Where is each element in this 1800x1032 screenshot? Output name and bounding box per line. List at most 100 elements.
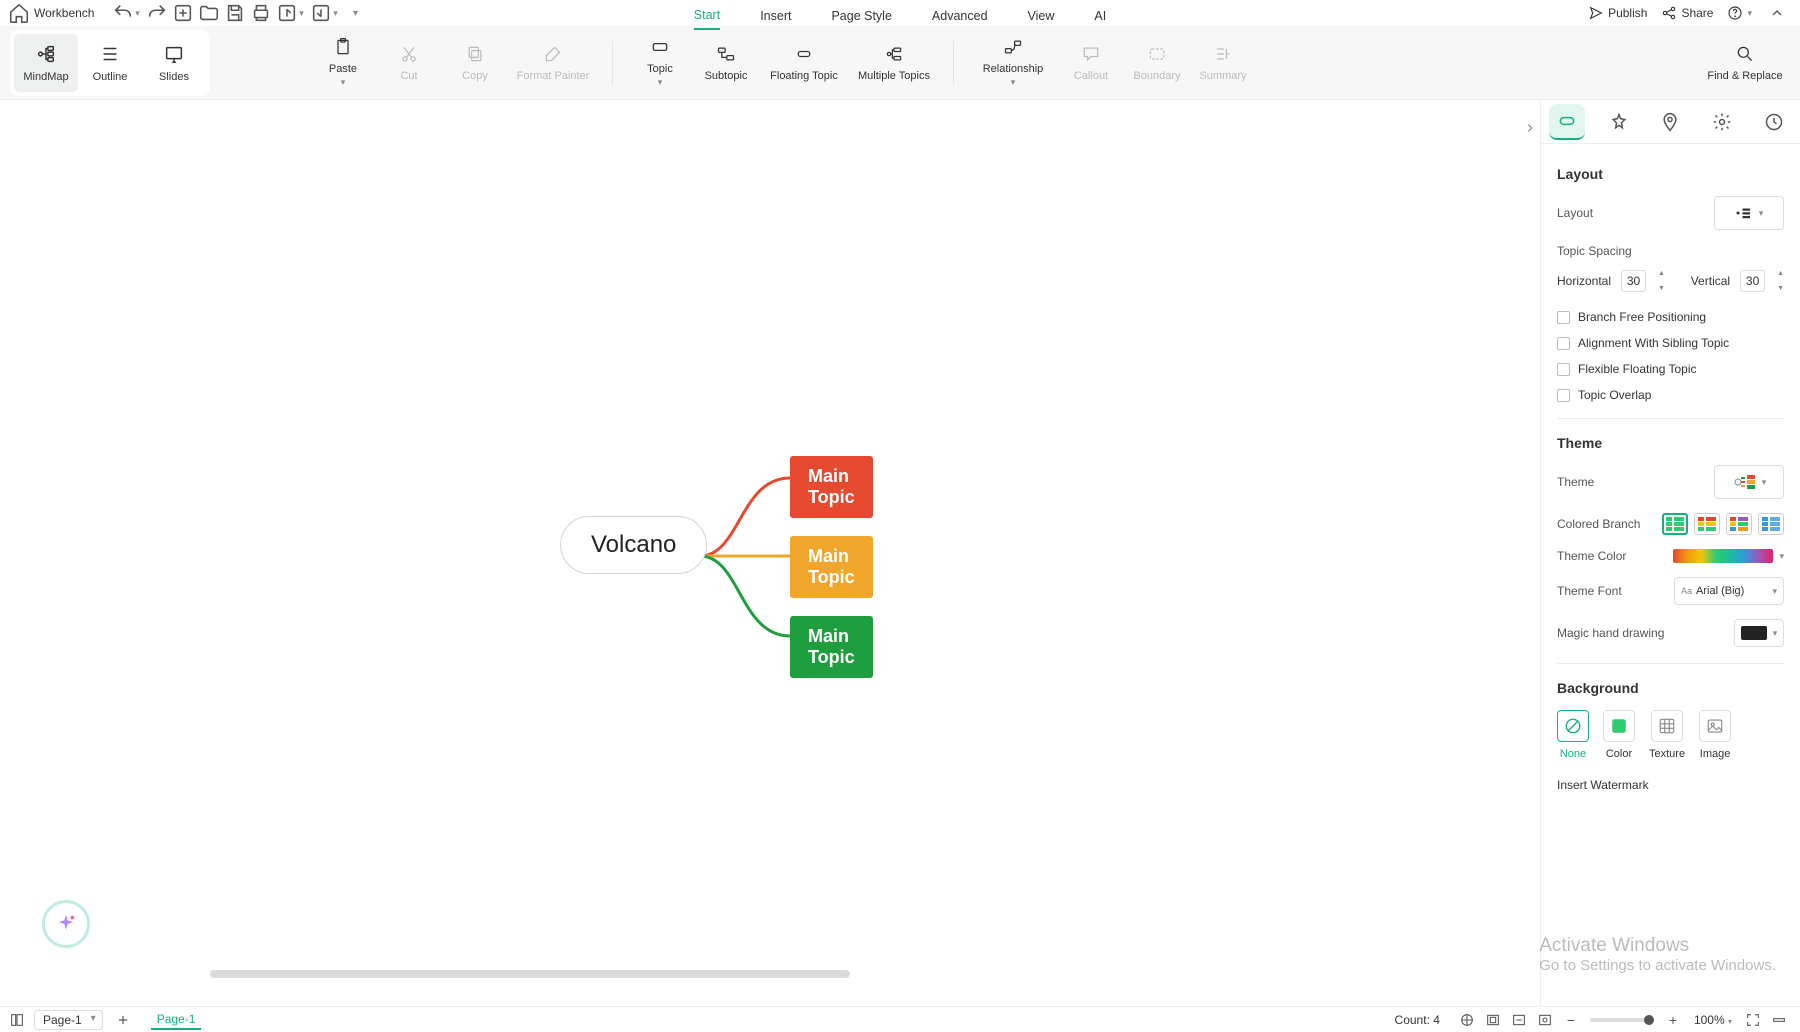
panel-tab-layout[interactable] (1549, 104, 1585, 140)
page-tab-1[interactable]: Page-1 (151, 1010, 202, 1030)
main-topic-3[interactable]: Main Topic (790, 616, 873, 678)
branch-color-opt-1[interactable] (1662, 513, 1688, 535)
page-dropdown[interactable]: Page-1 (34, 1010, 103, 1030)
search-icon (1735, 44, 1755, 64)
open-icon[interactable] (198, 2, 220, 24)
branch-color-opt-4[interactable] (1758, 513, 1784, 535)
zoom-in-button[interactable]: + (1663, 1010, 1683, 1030)
tab-advanced[interactable]: Advanced (932, 9, 988, 29)
ribbon: MindMap Outline Slides Paste ▾ Cut Copy … (0, 26, 1800, 100)
bg-color[interactable]: Color (1603, 710, 1635, 760)
save-icon[interactable] (224, 2, 246, 24)
zoom-percentage[interactable]: 100% ▾ (1694, 1013, 1732, 1027)
collapse-panel-icon[interactable] (1520, 118, 1540, 138)
paste-button[interactable]: Paste ▾ (310, 34, 376, 92)
panel-tab-history-icon[interactable] (1756, 104, 1792, 140)
branch-free-checkbox-row[interactable]: Branch Free Positioning (1557, 310, 1784, 324)
format-painter-button[interactable]: Format Painter (508, 34, 598, 92)
theme-font-dropdown[interactable]: Aa Arial (Big) ▾ (1674, 577, 1784, 605)
callout-button[interactable]: Callout (1058, 34, 1124, 92)
collapse-ribbon-icon[interactable] (1766, 2, 1788, 24)
multiple-topics-button[interactable]: Multiple Topics (849, 34, 939, 92)
paste-icon (333, 37, 353, 57)
bg-none-label: None (1560, 748, 1586, 760)
align-sibling-checkbox-row[interactable]: Alignment With Sibling Topic (1557, 336, 1784, 350)
layout-dropdown[interactable]: ▾ (1714, 196, 1784, 230)
topic-overlap-checkbox-row[interactable]: Topic Overlap (1557, 388, 1784, 402)
zoom-slider-knob[interactable] (1644, 1015, 1654, 1025)
horizontal-scrollbar[interactable] (0, 970, 1540, 980)
redo-icon[interactable] (146, 2, 168, 24)
tab-insert[interactable]: Insert (760, 9, 791, 29)
main-topic-1[interactable]: Main Topic (790, 456, 873, 518)
import-caret-icon[interactable]: ▾ (330, 2, 340, 24)
floating-topic-button[interactable]: Floating Topic (759, 34, 849, 92)
page-list-icon[interactable] (8, 1011, 26, 1029)
insert-watermark-link[interactable]: Insert Watermark (1557, 778, 1784, 792)
layout-label: Layout (1557, 206, 1593, 220)
colored-branch-options (1662, 513, 1784, 535)
fullscreen-icon[interactable] (1743, 1010, 1763, 1030)
fit-page-icon[interactable] (1483, 1010, 1503, 1030)
view-slides[interactable]: Slides (142, 34, 206, 92)
new-icon[interactable] (172, 2, 194, 24)
bg-texture[interactable]: Texture (1649, 710, 1685, 760)
fit-screen-icon[interactable] (1457, 1010, 1477, 1030)
print-icon[interactable] (250, 2, 272, 24)
main-topic-2[interactable]: Main Topic (790, 536, 873, 598)
share-button[interactable]: Share (1661, 5, 1713, 21)
help-button[interactable]: ▾ (1727, 5, 1752, 21)
view-outline[interactable]: Outline (78, 34, 142, 92)
branch-color-opt-3[interactable] (1726, 513, 1752, 535)
more-caret-icon[interactable]: ▾ (344, 2, 366, 24)
vertical-value: 30 (1746, 274, 1759, 288)
topic-button[interactable]: Topic ▾ (627, 34, 693, 92)
flexible-floating-checkbox-row[interactable]: Flexible Floating Topic (1557, 362, 1784, 376)
export-caret-icon[interactable]: ▾ (296, 2, 306, 24)
central-topic[interactable]: Volcano (560, 516, 707, 574)
home-icon[interactable] (8, 2, 30, 24)
zoom-out-button[interactable]: − (1561, 1010, 1581, 1030)
tab-start[interactable]: Start (694, 8, 720, 30)
undo-icon[interactable] (112, 2, 134, 24)
tab-page-style[interactable]: Page Style (831, 9, 891, 29)
export-icon[interactable] (276, 2, 298, 24)
zoom-slider[interactable] (1590, 1018, 1654, 1022)
undo-caret-icon[interactable]: ▾ (132, 2, 142, 24)
bg-none[interactable]: None (1557, 710, 1589, 760)
fit-selection-icon[interactable] (1535, 1010, 1555, 1030)
tab-ai[interactable]: AI (1094, 9, 1106, 29)
panel-tab-map-icon[interactable] (1652, 104, 1688, 140)
fit-width-icon[interactable] (1509, 1010, 1529, 1030)
boundary-button[interactable]: Boundary (1124, 34, 1190, 92)
copy-label: Copy (462, 70, 488, 82)
view-mindmap[interactable]: MindMap (14, 34, 78, 92)
minimize-panel-icon[interactable] (1769, 1010, 1789, 1030)
find-replace-button[interactable]: Find & Replace (1700, 34, 1790, 92)
theme-dropdown[interactable]: ▾ (1714, 465, 1784, 499)
vertical-spinner[interactable]: ▲▼ (1777, 270, 1784, 292)
subtopic-button[interactable]: Subtopic (693, 34, 759, 92)
tab-view[interactable]: View (1028, 9, 1055, 29)
copy-button[interactable]: Copy (442, 34, 508, 92)
add-page-button[interactable] (113, 1010, 133, 1030)
horizontal-spinner[interactable]: ▲▼ (1658, 270, 1665, 292)
magic-hand-dropdown[interactable]: ▾ (1734, 619, 1784, 647)
relationship-button[interactable]: Relationship ▾ (968, 34, 1058, 92)
bg-image[interactable]: Image (1699, 710, 1731, 760)
scrollbar-thumb[interactable] (210, 970, 850, 978)
ai-assistant-fab[interactable] (42, 900, 90, 948)
panel-tab-style[interactable] (1601, 104, 1637, 140)
publish-button[interactable]: Publish (1588, 5, 1647, 21)
cut-button[interactable]: Cut (376, 34, 442, 92)
vertical-input[interactable]: 30 (1740, 270, 1765, 292)
branch-color-opt-2[interactable] (1694, 513, 1720, 535)
import-icon[interactable] (310, 2, 332, 24)
canvas[interactable]: Volcano Main Topic Main Topic Main Topic (0, 100, 1540, 1006)
color-icon (1603, 710, 1635, 742)
horizontal-input[interactable]: 30 (1621, 270, 1646, 292)
summary-button[interactable]: Summary (1190, 34, 1256, 92)
horizontal-value: 30 (1627, 274, 1640, 288)
theme-color-dropdown[interactable]: ▾ (1673, 549, 1784, 563)
panel-tab-settings-icon[interactable] (1704, 104, 1740, 140)
